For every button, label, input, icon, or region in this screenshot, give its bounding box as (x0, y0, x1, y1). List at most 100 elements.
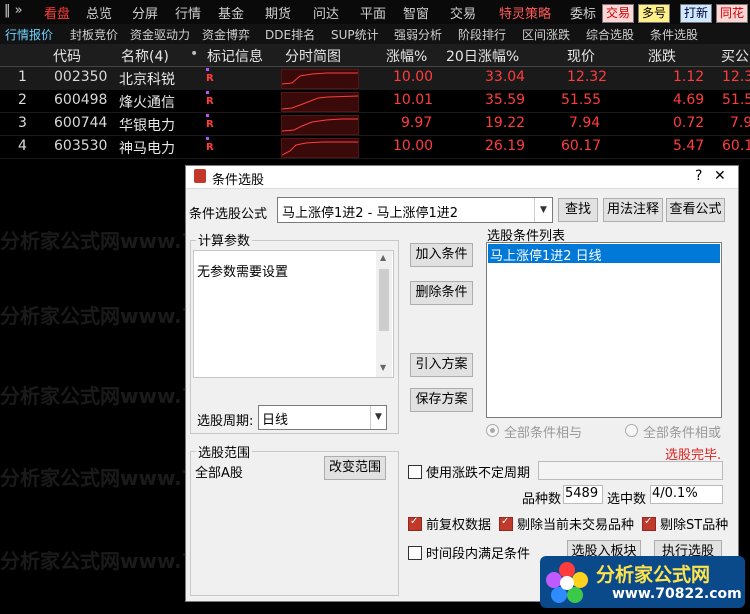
add-condition-button[interactable]: 加入条件 (410, 243, 473, 267)
col-change[interactable]: 涨跌 (648, 46, 676, 66)
app-icon (194, 169, 206, 183)
table-row[interactable]: 1 002350 北京科锐 R 10.00 33.04 12.32 1.12 1… (0, 67, 750, 90)
ipo-button[interactable]: 打新 (680, 4, 713, 23)
menu-item-overview[interactable]: 总览 (86, 3, 112, 22)
stock-code: 603530 (54, 138, 108, 154)
table-row[interactable]: 4 603530 神马电力 R 10.00 26.19 60.17 5.47 6… (0, 136, 750, 159)
usage-note-button[interactable]: 用法注释 (603, 198, 663, 222)
col-code[interactable]: 代码 (53, 46, 81, 66)
close-icon[interactable]: ✕ (714, 168, 726, 184)
stock-code: 002350 (54, 69, 108, 85)
list-item[interactable]: 马上涨停1进2 日线 (488, 244, 720, 264)
menu-item-smart[interactable]: 智窗 (403, 3, 429, 22)
pct-change: 10.00 (393, 138, 434, 154)
row-index: 2 (18, 92, 27, 108)
multi-account-button[interactable]: 多号 (638, 4, 671, 23)
condition-list[interactable]: 马上涨停1进2 日线 (486, 242, 722, 418)
import-plan-button[interactable]: 引入方案 (410, 353, 473, 377)
find-button[interactable]: 查找 (558, 198, 598, 222)
menu-item-futures[interactable]: 期货 (265, 3, 291, 22)
change-range-button[interactable]: 改变范围 (324, 456, 386, 480)
delete-condition-button[interactable]: 删除条件 (410, 281, 473, 305)
tab-sup-stats[interactable]: SUP统计 (331, 26, 379, 43)
scroll-up-icon[interactable]: ▲ (380, 253, 386, 262)
menu-item-plane[interactable]: 平面 (360, 3, 386, 22)
r-tag: R (206, 91, 214, 107)
stock-code: 600498 (54, 92, 108, 108)
formula-label: 条件选股公式 (189, 207, 268, 222)
period-select[interactable]: 日线 ▼ (258, 405, 387, 430)
intraday-sparkline (281, 92, 359, 112)
radio-and-label: 全部条件相与 (504, 426, 583, 441)
col-buy[interactable]: 买公 (721, 46, 749, 66)
scrollbar-thumb[interactable] (379, 269, 389, 331)
menu-item-strategy[interactable]: 特灵策略 (499, 3, 551, 22)
scroll-down-icon[interactable]: ▼ (380, 363, 386, 372)
help-icon[interactable]: ? (695, 168, 702, 184)
row-index: 3 (18, 115, 27, 131)
in-period-label: 时间段内满足条件 (426, 547, 531, 562)
params-scrollbar[interactable]: ▲ ▼ (376, 251, 392, 377)
tab-condition-select[interactable]: 条件选股 (650, 26, 698, 43)
nav-arrow-icon[interactable]: ‖ » (4, 3, 23, 18)
use-period-checkbox[interactable] (408, 465, 422, 479)
menu-item-quotes[interactable]: 行情 (175, 3, 201, 22)
table-row[interactable]: 3 600744 华银电力 R 9.97 19.22 7.94 0.72 7.9 (0, 113, 750, 136)
radio-or-label: 全部条件相或 (643, 426, 722, 441)
table-row[interactable]: 2 600498 烽火通信 R 10.01 35.59 51.55 4.69 5… (0, 90, 750, 113)
chevron-down-icon[interactable]: ▼ (370, 406, 386, 429)
formula-select[interactable]: 马上涨停1进2 - 马上涨停1进2 ▼ (277, 197, 553, 223)
radio-and[interactable] (486, 424, 499, 437)
stock-name: 华银电力 (119, 118, 175, 134)
tab-range-change[interactable]: 区间涨跌 (522, 26, 570, 43)
tab-seal-bid[interactable]: 封板竞价 (70, 26, 118, 43)
intraday-sparkline (281, 115, 359, 135)
fuquan-label: 前复权数据 (426, 518, 492, 533)
col-name[interactable]: 名称(4) (121, 46, 169, 66)
pct20-change: 19.22 (485, 115, 526, 131)
tab-dde-rank[interactable]: DDE排名 (265, 26, 315, 43)
buy-price: 60.1 (722, 138, 750, 154)
radio-or[interactable] (625, 424, 638, 437)
view-formula-button[interactable]: 查看公式 (666, 198, 725, 222)
condition-item-label: 马上涨停1进2 日线 (490, 249, 602, 264)
menu-item-trade[interactable]: 交易 (450, 3, 476, 22)
col-intraday-chart[interactable]: 分时简图 (285, 46, 341, 66)
col-pct20[interactable]: 20日涨幅% (446, 46, 519, 66)
tab-capital-game[interactable]: 资金博弈 (202, 26, 250, 43)
tab-strength[interactable]: 强弱分析 (394, 26, 442, 43)
count-field: 5489 (563, 485, 603, 504)
menu-item-fund[interactable]: 基金 (218, 3, 244, 22)
logo-url: www.70822.com (612, 586, 742, 602)
st-checkbox[interactable] (642, 516, 656, 531)
col-tag-info[interactable]: 标记信息 (207, 46, 263, 66)
menu-item-weibiao[interactable]: 委标 (570, 3, 596, 22)
tonghua-button[interactable]: 同花 (716, 4, 749, 23)
formula-value: 马上涨停1进2 - 马上涨停1进2 (282, 206, 459, 221)
in-period-checkbox[interactable] (408, 546, 422, 560)
menu-item-kanpan[interactable]: 看盘 (44, 3, 70, 22)
fuquan-checkbox[interactable] (408, 516, 422, 531)
menu-item-wenda[interactable]: 问达 (313, 3, 339, 22)
menu-item-split[interactable]: 分屏 (132, 3, 158, 22)
col-pct-change[interactable]: 涨幅% (386, 46, 427, 66)
tab-quotes[interactable]: 行情报价 (5, 26, 53, 43)
untraded-checkbox[interactable] (499, 516, 513, 531)
pct-change: 10.01 (393, 92, 434, 108)
change: 5.47 (673, 138, 705, 154)
dialog-title-bar[interactable]: 条件选股 ? ✕ (186, 166, 738, 189)
chevron-down-icon[interactable]: ▼ (534, 198, 552, 222)
stock-code: 600744 (54, 115, 108, 131)
selected-label: 选中数 (607, 492, 647, 507)
change: 4.69 (673, 92, 705, 108)
tab-capital-drive[interactable]: 资金驱动力 (130, 26, 190, 43)
col-price[interactable]: 现价 (567, 46, 595, 66)
save-plan-button[interactable]: 保存方案 (410, 388, 473, 412)
tab-combined-select[interactable]: 综合选股 (586, 26, 634, 43)
count-label: 品种数 (522, 492, 562, 507)
period-input[interactable] (538, 461, 723, 480)
tab-stage-rank[interactable]: 阶段排行 (458, 26, 506, 43)
trade-button[interactable]: 交易 (602, 4, 635, 23)
r-tag: R (206, 114, 214, 130)
params-list[interactable]: 无参数需要设置 ▲ ▼ (193, 250, 394, 378)
